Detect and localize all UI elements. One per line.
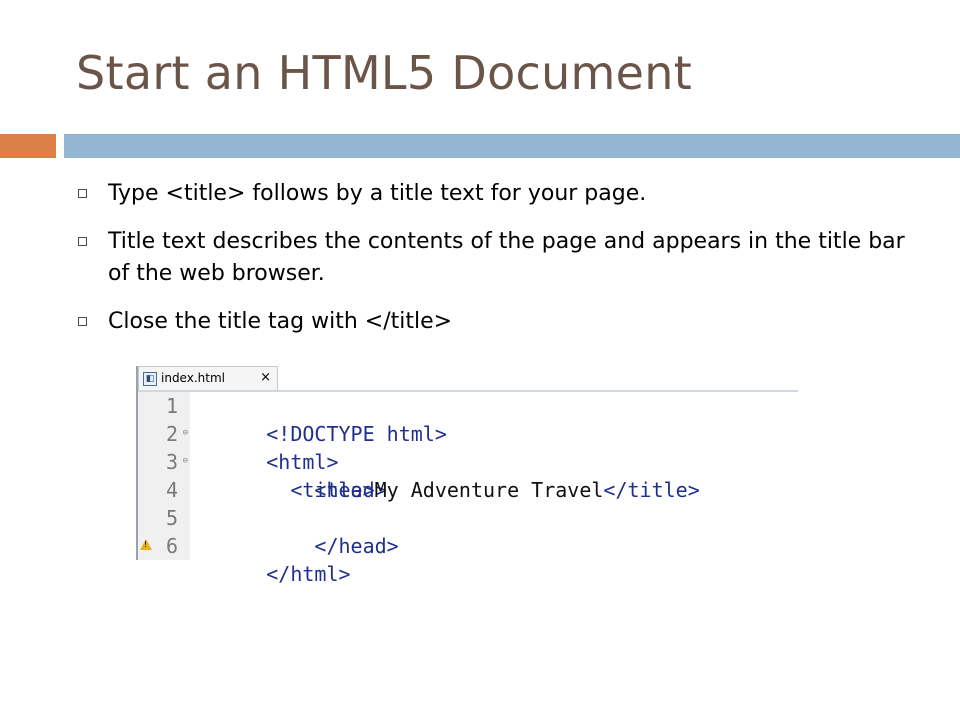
- code-line: <html>: [266, 450, 339, 474]
- accent-bar-blue: [64, 134, 960, 158]
- line-number: 1: [165, 394, 178, 418]
- bullet-item: Close the title tag with </title>: [76, 306, 926, 338]
- warning-icon[interactable]: !: [140, 539, 152, 550]
- fold-icon[interactable]: ⊖: [183, 428, 188, 438]
- bullet-text: Close the title tag with </title>: [108, 309, 453, 334]
- square-bullet-icon: [78, 189, 87, 198]
- line-number: 5: [165, 506, 178, 530]
- bullet-text: Type <title> follows by a title text for…: [108, 181, 647, 206]
- line-number-gutter: 1 2 ⊖ 3 ⊖ 4 5 ! 6: [138, 392, 190, 560]
- line-number: ! 6: [138, 532, 190, 560]
- accent-bar-orange: [0, 134, 56, 158]
- code-editor-screenshot: ◧ index.html × 1 2 ⊖ 3 ⊖ 4 5 ! 6 <!DOCTY…: [136, 366, 798, 586]
- square-bullet-icon: [78, 317, 87, 326]
- code-line: <title>My Adventure Travel</title>: [194, 478, 700, 502]
- editor-tab-index-html[interactable]: ◧ index.html ×: [138, 366, 278, 390]
- bullet-item: Type <title> follows by a title text for…: [76, 178, 926, 210]
- code-line: </html>: [266, 562, 351, 586]
- code-line: <head>: [266, 478, 387, 502]
- editor-tab-strip: ◧ index.html ×: [136, 366, 798, 560]
- code-line: <!DOCTYPE html>: [266, 422, 447, 446]
- slide-title: Start an HTML5 Document: [76, 46, 693, 100]
- code-line: </head>: [266, 534, 399, 558]
- square-bullet-icon: [78, 237, 87, 246]
- html-file-icon: ◧: [143, 372, 157, 386]
- line-number: 4: [165, 478, 178, 502]
- close-icon[interactable]: ×: [260, 370, 271, 385]
- code-area[interactable]: <!DOCTYPE html> <html> <head> <title>My …: [190, 392, 798, 586]
- fold-icon[interactable]: ⊖: [183, 456, 188, 466]
- tab-label: index.html: [161, 371, 225, 385]
- bullet-item: Title text describes the contents of the…: [76, 226, 926, 290]
- bullet-text: Title text describes the contents of the…: [108, 229, 905, 286]
- line-number: 2 ⊖: [165, 422, 188, 446]
- line-number: 3 ⊖: [165, 450, 188, 474]
- bullet-list: Type <title> follows by a title text for…: [76, 178, 926, 354]
